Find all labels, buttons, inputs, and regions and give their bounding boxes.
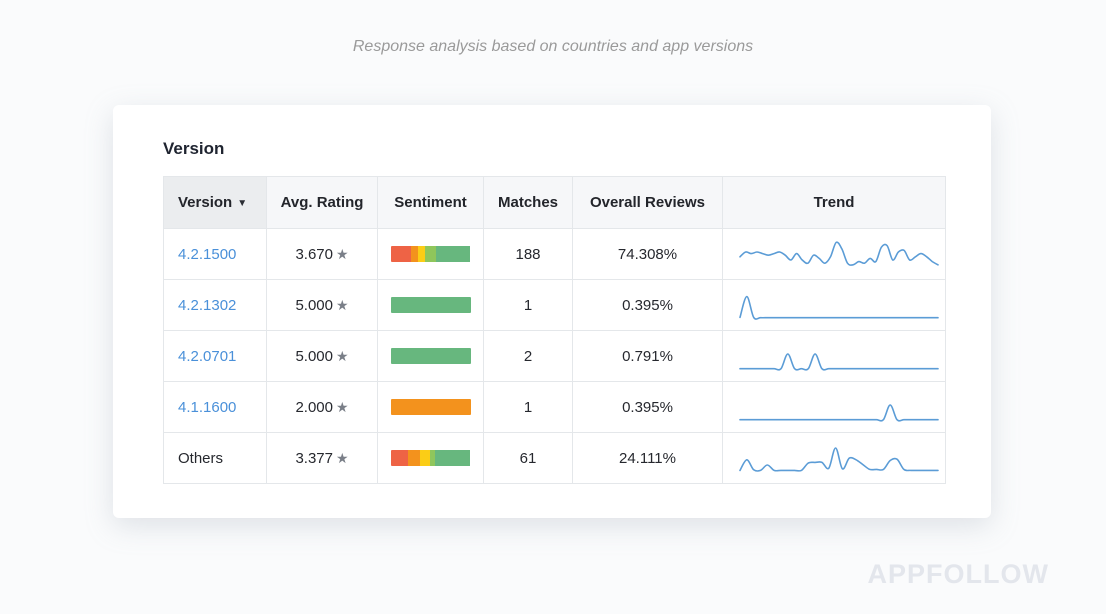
- rating-cell: 2.000★: [267, 382, 378, 433]
- star-icon: ★: [336, 246, 349, 262]
- version-table: Version ▼ Avg. Rating Sentiment Matches O…: [163, 176, 946, 484]
- sentiment-segment-orange: [408, 450, 420, 466]
- rating-value: 5.000: [295, 297, 333, 314]
- star-icon: ★: [336, 450, 349, 466]
- matches-cell: 1: [484, 280, 573, 331]
- sentiment-segment-green: [436, 246, 470, 262]
- matches-value: 1: [524, 297, 532, 314]
- matches-cell: 2: [484, 331, 573, 382]
- sentiment-cell: [378, 382, 484, 433]
- column-header-overall-reviews[interactable]: Overall Reviews: [573, 177, 723, 229]
- sentiment-segment-red: [391, 450, 409, 466]
- card-title: Version: [163, 139, 224, 159]
- column-header-sentiment[interactable]: Sentiment: [378, 177, 484, 229]
- matches-value: 188: [515, 246, 540, 263]
- trend-cell: [723, 229, 946, 280]
- trend-sparkline: [737, 283, 941, 323]
- table-row: 4.1.1600 2.000★ 1 0.395%: [164, 382, 946, 433]
- sentiment-bar: [391, 450, 471, 466]
- version-cell: 4.2.0701: [164, 331, 267, 382]
- sentiment-segment-green: [391, 348, 471, 364]
- version-cell: 4.2.1302: [164, 280, 267, 331]
- trend-cell: [723, 382, 946, 433]
- column-header-avg-rating[interactable]: Avg. Rating: [267, 177, 378, 229]
- table-row: Others 3.377★ 61 24.111%: [164, 433, 946, 484]
- trend-sparkline: [737, 334, 941, 374]
- rating-value: 2.000: [295, 399, 333, 416]
- column-header-version-label: Version: [178, 194, 232, 211]
- sentiment-bar: [391, 348, 471, 364]
- star-icon: ★: [336, 297, 349, 313]
- matches-cell: 188: [484, 229, 573, 280]
- version-cell: Others: [164, 433, 267, 484]
- matches-cell: 61: [484, 433, 573, 484]
- trend-cell: [723, 331, 946, 382]
- sentiment-bar: [391, 297, 471, 313]
- trend-sparkline: [737, 436, 941, 476]
- version-link[interactable]: 4.2.1302: [178, 297, 236, 314]
- version-link[interactable]: 4.2.0701: [178, 348, 236, 365]
- overall-value: 0.395%: [622, 297, 673, 314]
- version-link[interactable]: 4.1.1600: [178, 399, 236, 416]
- rating-value: 3.377: [295, 450, 333, 467]
- rating-cell: 5.000★: [267, 280, 378, 331]
- overall-value: 0.791%: [622, 348, 673, 365]
- rating-value: 5.000: [295, 348, 333, 365]
- matches-value: 1: [524, 399, 532, 416]
- trend-sparkline: [737, 232, 941, 272]
- table-row: 4.2.0701 5.000★ 2 0.791%: [164, 331, 946, 382]
- table-row: 4.2.1500 3.670★ 188 74.308%: [164, 229, 946, 280]
- overall-value: 74.308%: [618, 246, 677, 263]
- sentiment-segment-yellow: [418, 246, 425, 262]
- overall-value: 0.395%: [622, 399, 673, 416]
- overall-cell: 24.111%: [573, 433, 723, 484]
- version-link[interactable]: 4.2.1500: [178, 246, 236, 263]
- overall-cell: 0.395%: [573, 382, 723, 433]
- trend-cell: [723, 280, 946, 331]
- analysis-card: Version Version ▼ Avg. Rating Sentiment M…: [113, 105, 991, 518]
- overall-cell: 74.308%: [573, 229, 723, 280]
- sentiment-cell: [378, 229, 484, 280]
- version-cell: 4.1.1600: [164, 382, 267, 433]
- sentiment-cell: [378, 280, 484, 331]
- sentiment-bar: [391, 399, 471, 415]
- appfollow-watermark: APPFOLLOW: [868, 559, 1049, 590]
- version-link: Others: [178, 450, 223, 467]
- matches-value: 2: [524, 348, 532, 365]
- overall-value: 24.111%: [619, 450, 676, 467]
- rating-cell: 3.377★: [267, 433, 378, 484]
- sentiment-segment-green: [435, 450, 470, 466]
- trend-cell: [723, 433, 946, 484]
- matches-value: 61: [520, 450, 537, 467]
- version-cell: 4.2.1500: [164, 229, 267, 280]
- sentiment-cell: [378, 433, 484, 484]
- sentiment-bar: [391, 246, 471, 262]
- sentiment-cell: [378, 331, 484, 382]
- version-table-body: 4.2.1500 3.670★ 188 74.308% 4.2.1302 5.0…: [164, 229, 946, 484]
- overall-cell: 0.395%: [573, 280, 723, 331]
- star-icon: ★: [336, 399, 349, 415]
- sentiment-segment-light_green: [425, 246, 436, 262]
- trend-sparkline: [737, 385, 941, 425]
- column-header-version[interactable]: Version ▼: [164, 177, 267, 229]
- star-icon: ★: [336, 348, 349, 364]
- sentiment-segment-yellow: [420, 450, 430, 466]
- header-row: Version ▼ Avg. Rating Sentiment Matches O…: [164, 177, 946, 229]
- sentiment-segment-orange: [411, 246, 418, 262]
- matches-cell: 1: [484, 382, 573, 433]
- sentiment-segment-green: [391, 297, 471, 313]
- page-subtitle: Response analysis based on countries and…: [0, 38, 1106, 56]
- column-header-matches[interactable]: Matches: [484, 177, 573, 229]
- sentiment-segment-red: [391, 246, 411, 262]
- version-table-header: Version ▼ Avg. Rating Sentiment Matches O…: [164, 177, 946, 229]
- rating-cell: 3.670★: [267, 229, 378, 280]
- column-header-trend[interactable]: Trend: [723, 177, 946, 229]
- overall-cell: 0.791%: [573, 331, 723, 382]
- table-row: 4.2.1302 5.000★ 1 0.395%: [164, 280, 946, 331]
- rating-value: 3.670: [295, 246, 333, 263]
- rating-cell: 5.000★: [267, 331, 378, 382]
- sentiment-segment-orange: [391, 399, 471, 415]
- sort-desc-icon[interactable]: ▼: [237, 198, 247, 209]
